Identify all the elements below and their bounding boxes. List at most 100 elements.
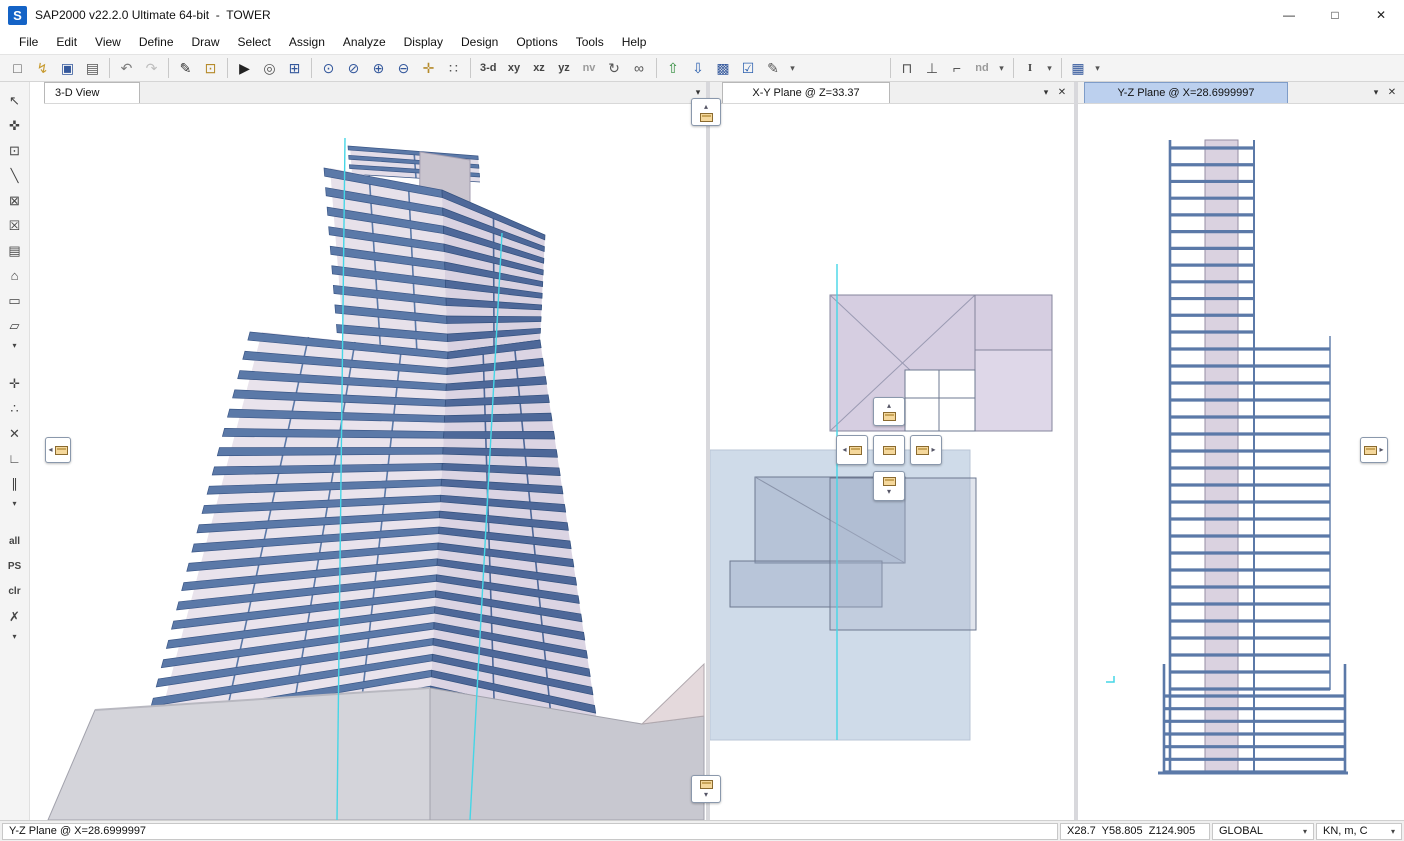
arrow-icon: ◂ [842, 446, 846, 454]
panel-xy-close-icon[interactable]: ✕ [1054, 87, 1070, 98]
clear-selection-button[interactable]: clr [3, 580, 27, 603]
snap-more-caret[interactable]: ▾ [3, 497, 27, 509]
units-dropdown[interactable]: KN, m, C ▾ [1316, 823, 1402, 840]
draw-frame-button[interactable]: ╲ [3, 164, 27, 187]
quick-draw-secondary-beam-button[interactable]: ▤ [3, 239, 27, 262]
zoom-out-button[interactable]: ⊖ [392, 57, 415, 80]
print-button[interactable]: ▤ [81, 57, 104, 80]
rotate-view-button[interactable]: ◎ [258, 57, 281, 80]
menu-define[interactable]: Define [130, 32, 183, 52]
pen-edit-button[interactable]: ✎ [174, 57, 197, 80]
move-up-gridline-button[interactable]: ⇧ [662, 57, 685, 80]
snap-to-joints-button[interactable]: ✛ [3, 372, 27, 395]
menu-help[interactable]: Help [613, 32, 656, 52]
select-all-button[interactable]: all [3, 530, 27, 553]
assign-display-button[interactable]: ✎ [762, 57, 785, 80]
save-model-button[interactable]: ▣ [56, 57, 79, 80]
draw-release-button[interactable]: ⌐ [946, 57, 969, 80]
move-down-gridline-button[interactable]: ⇩ [687, 57, 710, 80]
lock-model-button[interactable]: ⊡ [199, 57, 222, 80]
menu-tools[interactable]: Tools [567, 32, 613, 52]
perspective-toggle-button[interactable]: ∞ [628, 57, 651, 80]
assign-display-caret[interactable]: ▾ [787, 57, 799, 80]
reshape-object-button[interactable]: ✜ [3, 114, 27, 137]
draw-frame-section-button[interactable]: ⊓ [896, 57, 919, 80]
pan-view-up-button[interactable]: ▴ [873, 397, 905, 426]
panel-yz-close-icon[interactable]: ✕ [1384, 87, 1400, 98]
previous-selection-button[interactable]: PS [3, 555, 27, 578]
pan-button[interactable]: ✛ [417, 57, 440, 80]
snap-to-lines-button[interactable]: ∥ [3, 472, 27, 495]
scroll-view-up-button[interactable]: ▴ [691, 98, 721, 126]
view-xz-button[interactable]: xz [528, 57, 551, 80]
yz-plane-canvas[interactable] [1078, 104, 1404, 820]
redo-button[interactable]: ↷ [140, 57, 163, 80]
undo-button[interactable]: ↶ [115, 57, 138, 80]
snap-to-intersections-button[interactable]: ✕ [3, 422, 27, 445]
quick-draw-frame-button[interactable]: ⊠ [3, 189, 27, 212]
object-shrink-toggle-button[interactable]: ▩ [712, 57, 735, 80]
tab-xy-plane[interactable]: X-Y Plane @ Z=33.37 [722, 82, 890, 103]
tab-3d-view[interactable]: 3-D View [44, 82, 140, 103]
tab-yz-plane[interactable]: Y-Z Plane @ X=28.6999997 [1084, 82, 1288, 103]
pan-view-center-button[interactable] [873, 435, 905, 465]
deselect-button[interactable]: ✗ [3, 605, 27, 628]
scroll-view-left-button[interactable]: ◂ [45, 437, 71, 463]
view-nv-button[interactable]: nv [578, 57, 601, 80]
menu-edit[interactable]: Edit [47, 32, 86, 52]
scroll-view-right-button[interactable]: ▸ [1360, 437, 1388, 463]
select-more-caret[interactable]: ▾ [3, 630, 27, 642]
quick-draw-brace-button[interactable]: ☒ [3, 214, 27, 237]
draw-more-caret[interactable]: ▾ [3, 339, 27, 351]
menu-select[interactable]: Select [229, 32, 280, 52]
minimize-button[interactable]: — [1266, 0, 1312, 30]
3d-view-canvas[interactable] [44, 104, 706, 820]
panel-xy-menu-caret-icon[interactable]: ▾ [1038, 87, 1054, 98]
snap-to-midpoints-button[interactable]: ∴ [3, 397, 27, 420]
scroll-view-down-button[interactable]: ▾ [691, 775, 721, 803]
area-section-caret[interactable]: ▾ [1092, 57, 1104, 80]
close-button[interactable]: ✕ [1358, 0, 1404, 30]
maximize-button[interactable]: □ [1312, 0, 1358, 30]
menu-file[interactable]: File [10, 32, 47, 52]
draw-special-joint-button[interactable]: ⊡ [3, 139, 27, 162]
menu-design[interactable]: Design [452, 32, 507, 52]
pan-view-down-button[interactable]: ▾ [873, 471, 905, 501]
menu-options[interactable]: Options [507, 32, 566, 52]
menu-assign[interactable]: Assign [280, 32, 334, 52]
menu-display[interactable]: Display [395, 32, 452, 52]
ibeam-section-caret[interactable]: ▾ [1044, 57, 1056, 80]
csys-value: GLOBAL [1219, 825, 1263, 837]
menu-draw[interactable]: Draw [183, 32, 229, 52]
restore-full-view-button[interactable]: ⊙ [317, 57, 340, 80]
run-analysis-button[interactable]: ▶ [233, 57, 256, 80]
snap-to-perpendicular-button[interactable]: ∟ [3, 447, 27, 470]
ibeam-section-button[interactable]: I [1019, 57, 1042, 80]
previous-zoom-button[interactable]: ⊘ [342, 57, 365, 80]
view-yz-button[interactable]: yz [553, 57, 576, 80]
rotate-3d-view-button[interactable]: ↻ [603, 57, 626, 80]
panel-yz-menu-caret-icon[interactable]: ▾ [1368, 87, 1384, 98]
snap-button[interactable]: ∷ [442, 57, 465, 80]
csys-dropdown[interactable]: GLOBAL ▾ [1212, 823, 1314, 840]
draw-rect-area-button[interactable]: ▭ [3, 289, 27, 312]
pan-view-left-button[interactable]: ◂ [836, 435, 868, 465]
menu-analyze[interactable]: Analyze [334, 32, 395, 52]
pan-view-right-button[interactable]: ▸ [910, 435, 942, 465]
rubber-band-zoom-button[interactable]: ⊞ [283, 57, 306, 80]
draw-tools-caret[interactable]: ▾ [996, 57, 1008, 80]
open-model-button[interactable]: ↯ [31, 57, 54, 80]
select-pointer-button[interactable]: ↖ [3, 89, 27, 112]
view-xy-button[interactable]: xy [503, 57, 526, 80]
menu-view[interactable]: View [86, 32, 130, 52]
view-3d-button[interactable]: 3-d [476, 57, 501, 80]
nd-view-button[interactable]: nd [971, 57, 994, 80]
area-section-button[interactable]: ▦ [1067, 57, 1090, 80]
new-model-button[interactable]: □ [6, 57, 29, 80]
draw-poly-area-button[interactable]: ⌂ [3, 264, 27, 287]
zoom-in-button[interactable]: ⊕ [367, 57, 390, 80]
panel-3d-menu-caret-icon[interactable]: ▾ [690, 87, 706, 98]
quick-draw-area-button[interactable]: ▱ [3, 314, 27, 337]
display-options-button[interactable]: ☑ [737, 57, 760, 80]
draw-joint-section-button[interactable]: ⊥ [921, 57, 944, 80]
